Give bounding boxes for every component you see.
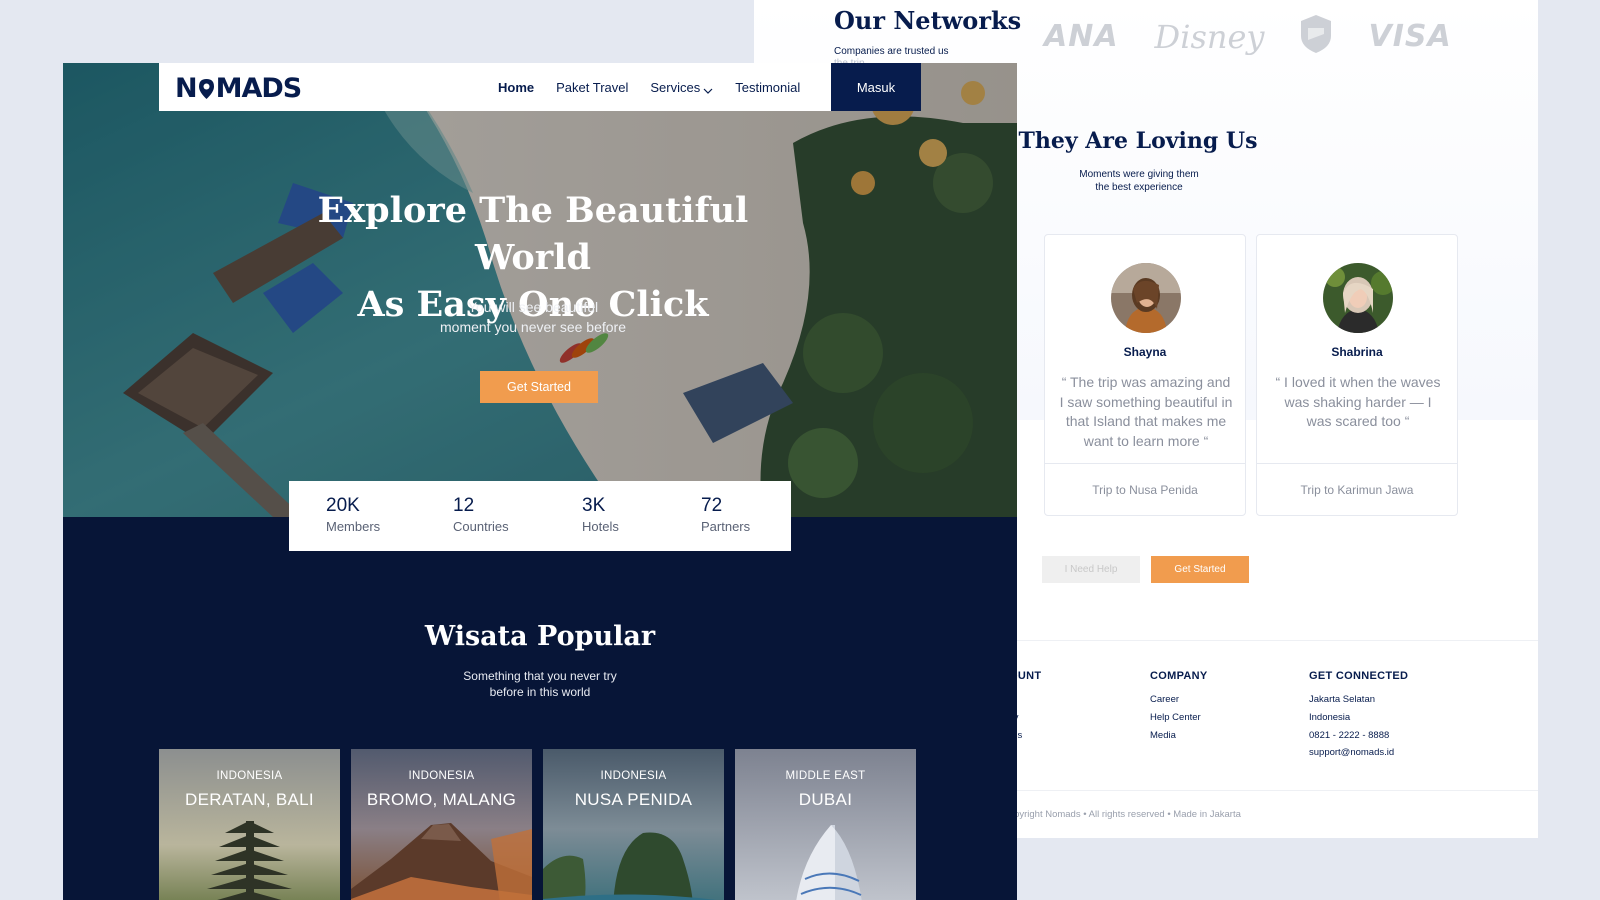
- footer-contact-line: 0821 - 2222 - 8888: [1309, 729, 1390, 741]
- nav-link-services[interactable]: Services: [650, 80, 713, 95]
- testimonial-name: Shayna: [1123, 345, 1167, 359]
- stat-members: 20K Members: [326, 495, 380, 534]
- stats-bar: 20K Members 12 Countries 3K Hotels 72 Pa…: [289, 481, 791, 551]
- testimonial-card: Shayna “ The trip was amazing and I saw …: [1044, 234, 1246, 516]
- copyright-text: 9 Copyright Nomads • All rights reserved…: [994, 809, 1241, 820]
- nav-links: Home Paket Travel Services Testimonial: [498, 63, 822, 111]
- testimonial-trip: Trip to Nusa Penida: [1045, 463, 1245, 515]
- stat-value: 3K: [582, 495, 606, 516]
- destination-country: INDONESIA: [600, 770, 667, 782]
- stat-countries: 12 Countries: [453, 495, 509, 534]
- testimonial-trip: Trip to Karimun Jawa: [1257, 463, 1457, 515]
- footer-contact-line: Jakarta Selatan: [1309, 694, 1376, 705]
- nav-link-testimonial[interactable]: Testimonial: [735, 80, 800, 95]
- stat-hotels: 3K Hotels: [582, 495, 619, 534]
- footer-column-company: COMPANY Career Help Center Media: [1150, 670, 1208, 744]
- chevron-down-icon: [703, 83, 713, 94]
- logo-pin-icon: [198, 76, 215, 99]
- stat-value: 12: [453, 495, 475, 516]
- avatar: [1111, 263, 1181, 333]
- footer-column-connected: GET CONNECTED Jakarta Selatan Indonesia …: [1309, 670, 1408, 762]
- popular-subtitle: Something that you never try before in t…: [423, 668, 657, 700]
- stat-value: 72: [701, 495, 723, 516]
- stat-label: Members: [326, 519, 381, 534]
- disney-logo: Disney: [1154, 17, 1265, 56]
- login-button[interactable]: Masuk: [831, 63, 921, 111]
- popular-subtitle-line: before in this world: [489, 685, 591, 699]
- footer-heading: COMPANY: [1150, 670, 1208, 682]
- destination-country: INDONESIA: [216, 770, 283, 782]
- stat-partners: 72 Partners: [701, 495, 750, 534]
- destination-name: BROMO, MALANG: [366, 790, 517, 809]
- hero-title-line: Explore The Beautiful World: [317, 190, 749, 278]
- destination-name: NUSA PENIDA: [574, 790, 693, 809]
- destination-country: MIDDLE EAST: [785, 770, 866, 782]
- nav-link-services-label: Services: [650, 79, 701, 95]
- popular-title: Wisata Popular: [424, 621, 656, 652]
- networks-title: Our Networks: [834, 6, 1022, 35]
- testimonials-subtitle: Moments were giving them the best experi…: [1054, 168, 1224, 194]
- hero-subtitle-line: moment you never see before: [440, 319, 626, 335]
- destination-country: INDONESIA: [408, 770, 475, 782]
- testimonials-title: They Are Loving Us: [1018, 128, 1258, 154]
- testimonial-quote: “ I loved it when the waves was shaking …: [1275, 374, 1441, 429]
- hero-section: N MADS Home Paket Travel Services Testimo…: [63, 63, 1017, 517]
- hero-get-started-button[interactable]: Get Started: [480, 371, 598, 403]
- footer-contact-line[interactable]: support@nomads.id: [1309, 744, 1408, 762]
- destination-card[interactable]: MIDDLE EAST DUBAI: [735, 749, 916, 900]
- testimonial-quote: “ The trip was amazing and I saw somethi…: [1059, 374, 1233, 449]
- testimonials-subtitle-line: the best experience: [1095, 182, 1183, 193]
- testimonial-card: Shabrina “ I loved it when the waves was…: [1256, 234, 1458, 516]
- need-help-button[interactable]: I Need Help: [1042, 556, 1140, 583]
- networks-subtitle: Companies are trusted us: [834, 46, 949, 57]
- popular-subtitle-line: Something that you never try: [463, 669, 617, 683]
- stat-label: Countries: [453, 519, 509, 534]
- nav-link-home[interactable]: Home: [498, 80, 534, 95]
- footer-link[interactable]: Media: [1150, 727, 1208, 745]
- footer-link[interactable]: Help Center: [1150, 709, 1208, 727]
- nav-link-paket-travel[interactable]: Paket Travel: [556, 80, 628, 95]
- logo-text-left: N: [175, 73, 198, 104]
- navbar: N MADS Home Paket Travel Services Testimo…: [159, 63, 921, 111]
- destination-name: DERATAN, BALI: [185, 790, 314, 809]
- nomads-logo[interactable]: N MADS: [175, 73, 303, 104]
- testimonial-name: Shabrina: [1331, 345, 1383, 359]
- shield-logo-icon: [1300, 14, 1332, 59]
- landing-page-upper-mockup: N MADS Home Paket Travel Services Testimo…: [63, 63, 1017, 900]
- avatar: [1323, 263, 1393, 333]
- footer-heading: GET CONNECTED: [1309, 670, 1409, 682]
- destination-card[interactable]: INDONESIA DERATAN, BALI: [159, 749, 340, 900]
- footer-link[interactable]: Career: [1150, 691, 1208, 709]
- footer-contact-line: Indonesia: [1309, 711, 1351, 723]
- hero-subtitle-line: You will see beautiful: [467, 299, 599, 315]
- testimonials-subtitle-line: Moments were giving them: [1079, 169, 1199, 180]
- get-started-button[interactable]: Get Started: [1151, 556, 1249, 583]
- partner-logos: ANA Disney VISA: [1044, 14, 1452, 59]
- destination-card[interactable]: INDONESIA BROMO, MALANG: [351, 749, 532, 900]
- ana-logo: ANA: [1044, 19, 1119, 54]
- stat-label: Hotels: [582, 519, 619, 534]
- destination-name: DUBAI: [798, 790, 853, 809]
- stat-value: 20K: [326, 495, 360, 516]
- hero-subtitle: You will see beautiful moment you never …: [383, 297, 683, 337]
- visa-logo: VISA: [1368, 19, 1452, 54]
- destination-card[interactable]: INDONESIA NUSA PENIDA: [543, 749, 724, 900]
- stat-label: Partners: [701, 519, 751, 534]
- logo-text-right: MADS: [215, 73, 303, 104]
